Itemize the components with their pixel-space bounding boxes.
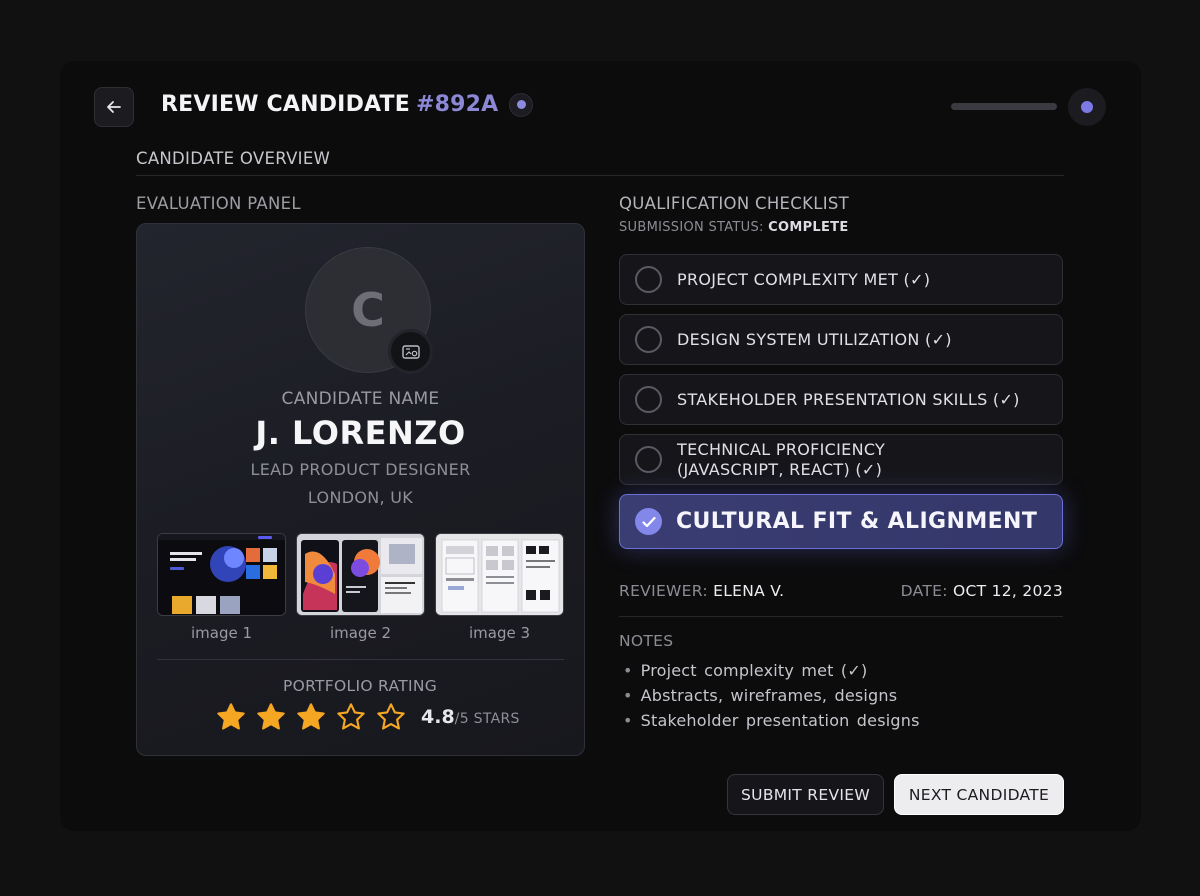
rating-value: 4.8/5 STARS [421, 706, 520, 728]
star-icon[interactable] [335, 701, 367, 733]
checklist-item-design-system[interactable]: DESIGN SYSTEM UTILIZATION (✓) [619, 314, 1063, 365]
checklist-item-label-line1: TECHNICAL PROFICIENCY [677, 439, 886, 459]
rating-score: 4.8 [421, 706, 455, 728]
checkbox-unchecked-icon[interactable] [635, 386, 662, 413]
checkmark-icon [641, 516, 656, 527]
checklist-item-label: CULTURAL FIT & ALIGNMENT [676, 508, 1038, 534]
section-label-evaluation: EVALUATION PANEL [136, 194, 301, 213]
progress-bar [951, 103, 1057, 110]
candidate-id: #892A [415, 92, 499, 117]
header-divider [136, 175, 1064, 176]
panel-divider [157, 659, 564, 660]
rating-suffix: /5 STARS [454, 711, 520, 727]
candidate-name-label: CANDIDATE NAME [281, 389, 440, 409]
checkbox-unchecked-icon[interactable] [635, 446, 662, 473]
star-icon[interactable] [375, 701, 407, 733]
candidate-role: LEAD PRODUCT DESIGNER [250, 460, 471, 479]
star-icon[interactable] [215, 701, 247, 733]
note-item: Project complexity met (✓) [623, 658, 920, 683]
note-item: Abstracts, wireframes, designs [623, 683, 920, 708]
title-status-dot [509, 92, 534, 117]
arrow-left-icon [107, 101, 121, 113]
star-icon[interactable] [255, 701, 287, 733]
page-title-text: REVIEW CANDIDATE [161, 92, 410, 117]
submission-status-value: COMPLETE [768, 220, 849, 235]
checkbox-unchecked-icon[interactable] [635, 266, 662, 293]
checklist-item-label: PROJECT COMPLEXITY MET (✓) [677, 269, 931, 289]
portfolio-thumbnail-1[interactable] [157, 533, 286, 616]
portfolio-rating-label: PORTFOLIO RATING [282, 677, 438, 695]
reviewer-name: ELENA V. [713, 582, 785, 600]
checklist-item-project-complexity[interactable]: PROJECT COMPLEXITY MET (✓) [619, 254, 1063, 305]
note-item: Stakeholder presentation designs [623, 708, 920, 733]
meta-divider [619, 616, 1063, 617]
checklist-item-stakeholder[interactable]: STAKEHOLDER PRESENTATION SKILLS (✓) [619, 374, 1063, 425]
checkbox-checked-icon[interactable] [635, 508, 662, 535]
submission-status: SUBMISSION STATUS: COMPLETE [619, 220, 849, 235]
image-edit-icon [401, 344, 420, 359]
next-candidate-button[interactable]: NEXT CANDIDATE [894, 774, 1064, 815]
checklist-item-label: TECHNICAL PROFICIENCY (JAVASCRIPT, REACT… [677, 440, 885, 480]
review-date: DATE: OCT 12, 2023 [901, 582, 1063, 600]
star-rating[interactable]: 4.8/5 STARS [215, 701, 520, 733]
checkbox-unchecked-icon[interactable] [635, 326, 662, 353]
candidate-name: J. LORENZO [255, 414, 466, 452]
portfolio-thumbnail-2[interactable] [296, 533, 425, 616]
status-indicator[interactable] [1068, 88, 1106, 126]
checklist-item-cultural-fit[interactable]: CULTURAL FIT & ALIGNMENT [619, 494, 1063, 549]
thumbnail-caption: image 1 [190, 624, 253, 642]
date-value: OCT 12, 2023 [952, 582, 1063, 600]
checklist-item-label: STAKEHOLDER PRESENTATION SKILLS (✓) [677, 389, 1020, 409]
review-meta: REVIEWER: ELENA V. DATE: OCT 12, 2023 [619, 582, 1063, 600]
checklist-item-label: DESIGN SYSTEM UTILIZATION (✓) [677, 329, 952, 349]
checklist-item-technical[interactable]: TECHNICAL PROFICIENCY (JAVASCRIPT, REACT… [619, 434, 1063, 485]
candidate-location: LONDON, UK [307, 488, 414, 507]
reviewer-label: REVIEWER: [619, 582, 708, 600]
section-label-overview: CANDIDATE OVERVIEW [136, 149, 331, 168]
star-icon[interactable] [295, 701, 327, 733]
evaluation-panel: C CANDIDATE NAME J. LORENZO LEAD PRODUCT… [136, 223, 585, 756]
notes-list: Project complexity met (✓) Abstracts, wi… [623, 658, 920, 733]
avatar-edit-button[interactable] [388, 329, 433, 374]
section-label-checklist: QUALIFICATION CHECKLIST [619, 194, 850, 213]
notes-label: NOTES [619, 632, 674, 650]
review-window: REVIEW CANDIDATE #892A CANDIDATE OVERVIE… [60, 61, 1141, 831]
date-label: DATE: [900, 582, 948, 600]
submit-review-button[interactable]: SUBMIT REVIEW [727, 774, 884, 815]
checklist-item-label-line2: (JAVASCRIPT, REACT) (✓) [677, 459, 883, 479]
page-title: REVIEW CANDIDATE #892A [161, 92, 534, 117]
thumbnail-caption: image 3 [468, 624, 531, 642]
back-button[interactable] [94, 87, 134, 127]
submission-status-label: SUBMISSION STATUS: [619, 220, 764, 235]
thumbnail-caption: image 2 [329, 624, 392, 642]
portfolio-thumbnail-3[interactable] [435, 533, 564, 616]
avatar-initial: C [351, 283, 385, 337]
